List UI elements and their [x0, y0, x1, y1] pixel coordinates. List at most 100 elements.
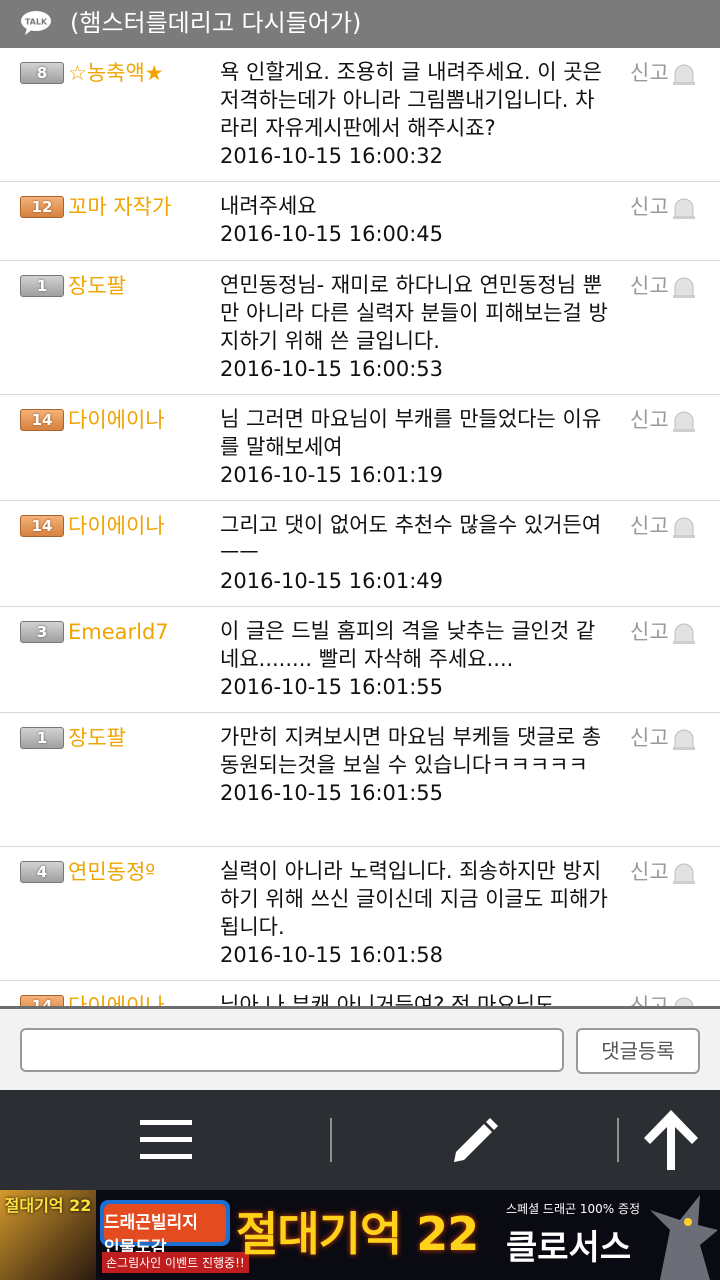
- comment-body: 님아 나 부캐 아니거든여? 전 마요님도: [220, 991, 610, 1006]
- report-label: 신고: [630, 514, 669, 538]
- comment-author[interactable]: 다이에이나: [68, 511, 165, 541]
- siren-icon: [672, 517, 695, 538]
- level-badge: 3: [20, 621, 64, 643]
- report-label: 신고: [630, 726, 669, 750]
- comment-author[interactable]: ☆농축액★: [68, 58, 164, 88]
- comment-item: 3 Emearld7 이 글은 드빌 홈피의 격을 낮추는 글인것 같네요...…: [0, 607, 720, 713]
- comment-text: 님아 나 부캐 아니거든여? 전 마요님도: [220, 993, 555, 1006]
- comment-body: 욕 인할게요. 조용히 글 내려주세요. 이 곳은 저격하는데가 아니라 그림뽐…: [220, 58, 610, 170]
- level-badge: 14: [20, 409, 64, 431]
- comment-item: 14 다이에이나 님 그러면 마요님이 부캐를 만들었다는 이유를 말해보세여 …: [0, 395, 720, 501]
- report-label: 신고: [630, 195, 669, 219]
- siren-icon: [672, 863, 695, 884]
- report-label: 신고: [630, 61, 669, 85]
- report-label: 신고: [630, 860, 669, 884]
- comment-text: 실력이 아니라 노력입니다. 죄송하지만 방지하기 위해 쓰신 글이신데 지금 …: [220, 859, 608, 939]
- report-button[interactable]: 신고: [630, 991, 697, 1006]
- report-button[interactable]: 신고: [630, 617, 697, 647]
- comment-timestamp: 2016-10-15 16:01:55: [220, 675, 444, 699]
- ad-event-text: 손그림사인 이벤트 진행중!!: [102, 1252, 249, 1273]
- report-label: 신고: [630, 994, 669, 1006]
- comment-body: 그리고 댓이 없어도 추천수 많을수 있거든여ㅡㅡ 2016-10-15 16:…: [220, 511, 610, 595]
- report-button[interactable]: 신고: [630, 511, 697, 541]
- ad-subtitle: 스페셜 드래곤 100% 증정: [506, 1202, 641, 1216]
- comment-text: 연민동정님- 재미로 하다니요 연민동정님 뿐만 아니라 다른 실력자 분들이 …: [220, 273, 608, 353]
- toolbar-divider: [617, 1118, 619, 1162]
- report-button[interactable]: 신고: [630, 271, 697, 301]
- talk-icon-label: TALK: [25, 18, 48, 27]
- comment-body: 실력이 아니라 노력입니다. 죄송하지만 방지하기 위해 쓰신 글이신데 지금 …: [220, 857, 610, 969]
- report-label: 신고: [630, 274, 669, 298]
- comment-timestamp: 2016-10-15 16:00:45: [220, 222, 444, 246]
- siren-icon: [672, 729, 695, 750]
- comment-body: 님 그러면 마요님이 부캐를 만들었다는 이유를 말해보세여 2016-10-1…: [220, 405, 610, 489]
- comment-text: 님 그러면 마요님이 부캐를 만들었다는 이유를 말해보세여: [220, 407, 602, 459]
- comment-timestamp: 2016-10-15 16:01:49: [220, 569, 444, 593]
- submit-comment-button[interactable]: 댓글등록: [576, 1028, 700, 1074]
- siren-icon: [672, 411, 695, 432]
- comment-author[interactable]: Emearld7: [68, 617, 169, 647]
- comment-item: 8 ☆농축액★ 욕 인할게요. 조용히 글 내려주세요. 이 곳은 저격하는데가…: [0, 48, 720, 182]
- comment-author[interactable]: 다이에이나: [68, 991, 165, 1006]
- comment-item: 14 다이에이나 님아 나 부캐 아니거든여? 전 마요님도 신고: [0, 981, 720, 1006]
- level-badge: 14: [20, 995, 64, 1006]
- comment-author[interactable]: 장도팔: [68, 271, 126, 301]
- comment-composer: 댓글등록: [0, 1006, 720, 1090]
- report-button[interactable]: 신고: [630, 723, 697, 753]
- comment-body: 가만히 지켜보시면 마요님 부케들 댓글로 총동원되는것을 보실 수 있습니다ㅋ…: [220, 723, 610, 807]
- ad-title: 절대기억 22: [236, 1207, 479, 1261]
- toolbar-divider: [330, 1118, 332, 1162]
- pencil-icon[interactable]: [450, 1116, 500, 1166]
- comment-input[interactable]: [20, 1028, 564, 1072]
- comment-author[interactable]: 꼬마 자작가: [68, 192, 171, 222]
- comment-timestamp: 2016-10-15 16:01:55: [220, 781, 444, 805]
- comment-item: 1 장도팔 가만히 지켜보시면 마요님 부케들 댓글로 총동원되는것을 보실 수…: [0, 713, 720, 847]
- ad-brand: 클로서스: [506, 1228, 632, 1268]
- ad-banner[interactable]: 절대기억 22 드래곤빌리지 인물도감 손그림사인 이벤트 진행중!! 절대기억 …: [0, 1190, 720, 1280]
- comment-author[interactable]: 연민동정º: [68, 857, 155, 887]
- level-badge: 14: [20, 515, 64, 537]
- report-button[interactable]: 신고: [630, 405, 697, 435]
- dragon-illustration-icon: [650, 1195, 718, 1280]
- arrow-up-icon[interactable]: [640, 1108, 702, 1172]
- comment-item: 1 장도팔 연민동정님- 재미로 하다니요 연민동정님 뿐만 아니라 다른 실력…: [0, 261, 720, 395]
- comment-text: 그리고 댓이 없어도 추천수 많을수 있거든여ㅡㅡ: [220, 513, 602, 565]
- ad-logo-text: 드래곤빌리지 인물도감: [104, 1213, 198, 1258]
- report-button[interactable]: 신고: [630, 857, 697, 887]
- level-badge: 4: [20, 861, 64, 883]
- comment-timestamp: 2016-10-15 16:00:32: [220, 144, 444, 168]
- comment-body: 내려주세요 2016-10-15 16:00:45: [220, 192, 610, 248]
- comment-text: 이 글은 드빌 홈피의 격을 낮추는 글인것 같네요........ 빨리 자삭…: [220, 619, 596, 671]
- level-badge: 1: [20, 727, 64, 749]
- comment-list: 8 ☆농축액★ 욕 인할게요. 조용히 글 내려주세요. 이 곳은 저격하는데가…: [0, 48, 720, 1006]
- comment-text: 가만히 지켜보시면 마요님 부케들 댓글로 총동원되는것을 보실 수 있습니다ㅋ…: [220, 725, 602, 777]
- level-badge: 8: [20, 62, 64, 84]
- comment-author[interactable]: 다이에이나: [68, 405, 165, 435]
- report-button[interactable]: 신고: [630, 192, 697, 222]
- comment-item: 14 다이에이나 그리고 댓이 없어도 추천수 많을수 있거든여ㅡㅡ 2016-…: [0, 501, 720, 607]
- comment-timestamp: 2016-10-15 16:01:19: [220, 463, 444, 487]
- page-title: (햄스터를데리고 다시들어가): [70, 9, 362, 37]
- comment-text: 내려주세요: [220, 194, 317, 218]
- siren-icon: [672, 198, 695, 219]
- report-label: 신고: [630, 408, 669, 432]
- talk-bubble-icon[interactable]: TALK: [20, 10, 52, 36]
- comment-item: 12 꼬마 자작가 내려주세요 2016-10-15 16:00:45 신고: [0, 182, 720, 261]
- level-badge: 12: [20, 196, 64, 218]
- siren-icon: [674, 997, 694, 1006]
- report-label: 신고: [630, 620, 669, 644]
- comment-timestamp: 2016-10-15 16:00:53: [220, 357, 444, 381]
- comment-body: 이 글은 드빌 홈피의 격을 낮추는 글인것 같네요........ 빨리 자삭…: [220, 617, 610, 701]
- ad-book-title: 절대기억 22: [4, 1196, 92, 1215]
- siren-icon: [672, 64, 695, 85]
- top-bar: TALK (햄스터를데리고 다시들어가): [0, 0, 720, 48]
- comment-text: 욕 인할게요. 조용히 글 내려주세요. 이 곳은 저격하는데가 아니라 그림뽐…: [220, 60, 602, 140]
- comment-body: 연민동정님- 재미로 하다니요 연민동정님 뿐만 아니라 다른 실력자 분들이 …: [220, 271, 610, 383]
- hamburger-menu-icon[interactable]: [140, 1114, 192, 1166]
- report-button[interactable]: 신고: [630, 58, 697, 88]
- ad-book-cover: 절대기억 22: [0, 1190, 96, 1280]
- comment-author[interactable]: 장도팔: [68, 723, 126, 753]
- siren-icon: [672, 623, 695, 644]
- level-badge: 1: [20, 275, 64, 297]
- siren-icon: [672, 277, 695, 298]
